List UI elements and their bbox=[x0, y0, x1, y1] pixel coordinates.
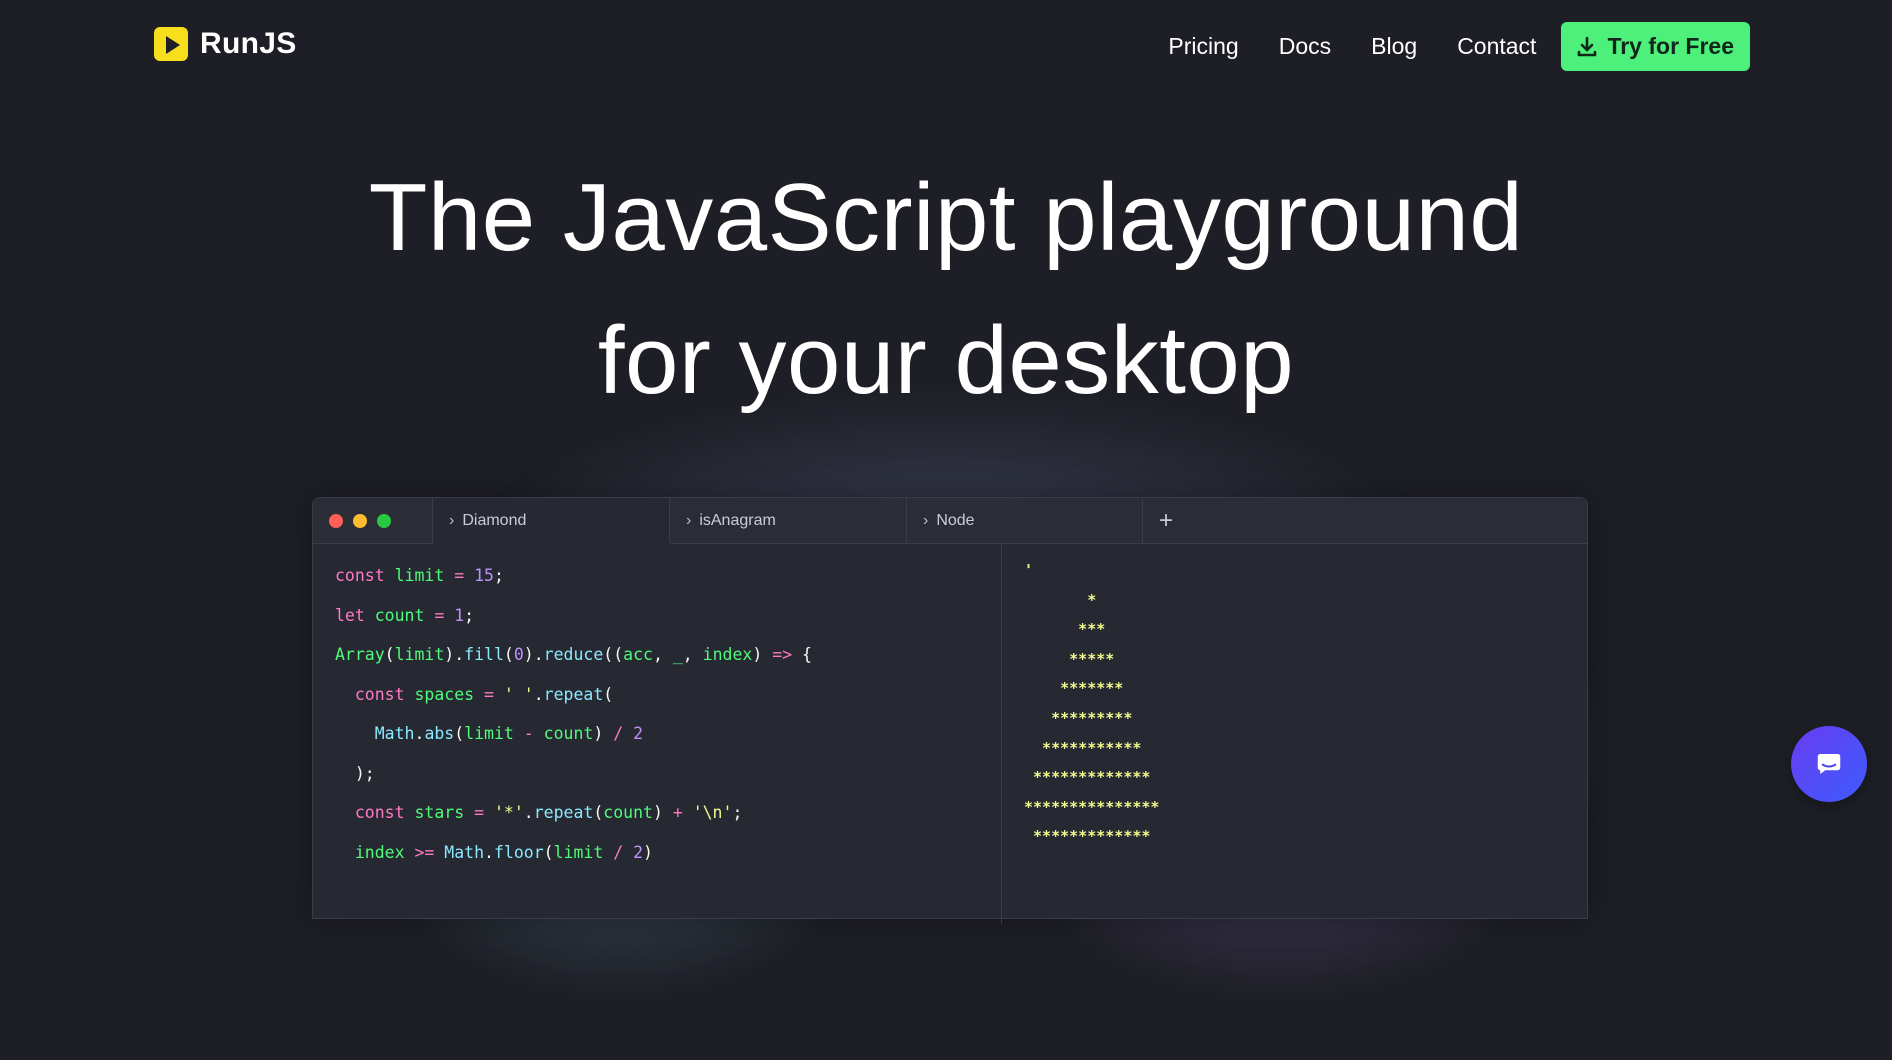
output-line: *************** bbox=[1024, 797, 1160, 816]
output-line: ********* bbox=[1024, 708, 1133, 727]
code-line[interactable]: const limit = 15; bbox=[335, 564, 812, 604]
output-line: ************* bbox=[1024, 827, 1151, 846]
code-line[interactable]: ); bbox=[335, 762, 812, 802]
try-for-free-button[interactable]: Try for Free bbox=[1561, 22, 1750, 71]
output-line: ***** bbox=[1024, 649, 1115, 668]
close-window-button[interactable] bbox=[329, 514, 343, 528]
output-line: * bbox=[1024, 590, 1097, 609]
hero-title-line-2: for your desktop bbox=[597, 307, 1295, 414]
tab-node[interactable]: › Node bbox=[906, 498, 1144, 543]
tab-bar: › Diamond › isAnagram › Node + bbox=[313, 498, 1587, 544]
chat-bubble-icon bbox=[1817, 754, 1841, 774]
maximize-window-button[interactable] bbox=[377, 514, 391, 528]
nav-links: Pricing Docs Blog Contact Try for Free bbox=[1168, 22, 1750, 71]
try-for-free-label: Try for Free bbox=[1607, 33, 1734, 59]
chevron-right-icon: › bbox=[449, 512, 455, 529]
nav-link-contact[interactable]: Contact bbox=[1457, 33, 1536, 60]
tab-label: Diamond bbox=[462, 512, 527, 529]
download-icon bbox=[1578, 36, 1597, 56]
tab-label: isAnagram bbox=[699, 511, 776, 529]
hero-title-line-1: The JavaScript playground bbox=[368, 164, 1524, 271]
nav-link-blog[interactable]: Blog bbox=[1371, 33, 1417, 60]
play-icon bbox=[154, 27, 188, 61]
code-line[interactable]: Array(limit).fill(0).reduce((acc, _, ind… bbox=[335, 643, 812, 683]
nav-link-pricing[interactable]: Pricing bbox=[1168, 33, 1238, 60]
tab-diamond[interactable]: › Diamond bbox=[432, 498, 670, 544]
add-tab-button[interactable]: + bbox=[1142, 498, 1189, 543]
code-editor[interactable]: const limit = 15; let count = 1; Array(lim… bbox=[335, 564, 812, 880]
brand-name: RunJS bbox=[200, 27, 297, 60]
output-line: *********** bbox=[1024, 738, 1142, 757]
nav-link-docs[interactable]: Docs bbox=[1279, 33, 1331, 60]
chevron-right-icon: › bbox=[923, 511, 929, 529]
code-line[interactable]: let count = 1; bbox=[335, 604, 812, 644]
output-line: *** bbox=[1024, 620, 1106, 639]
output-line: ************* bbox=[1024, 768, 1151, 787]
chat-button[interactable] bbox=[1791, 726, 1867, 802]
output-line: ******* bbox=[1024, 679, 1124, 698]
minimize-window-button[interactable] bbox=[353, 514, 367, 528]
top-navigation: RunJS Pricing Docs Blog Contact Try for … bbox=[0, 0, 1892, 94]
brand[interactable]: RunJS bbox=[154, 27, 297, 61]
pane-divider[interactable] bbox=[1001, 544, 1002, 924]
chevron-right-icon: › bbox=[686, 511, 692, 529]
output-line: ' bbox=[1024, 561, 1034, 579]
code-line[interactable]: const stars = '*'.repeat(count) + '\n'; bbox=[335, 801, 812, 841]
output-pane: ' * *** ***** ******* ********* ********… bbox=[1024, 560, 1159, 856]
tab-label: Node bbox=[936, 511, 975, 529]
editor-window: › Diamond › isAnagram › Node + const lim… bbox=[312, 497, 1588, 924]
code-line[interactable]: index >= Math.floor(limit / 2) bbox=[335, 841, 812, 881]
tab-isanagram[interactable]: › isAnagram bbox=[669, 498, 907, 543]
code-line[interactable]: const spaces = ' '.repeat( bbox=[335, 683, 812, 723]
window-controls bbox=[329, 514, 391, 528]
code-line[interactable]: Math.abs(limit - count) / 2 bbox=[335, 722, 812, 762]
